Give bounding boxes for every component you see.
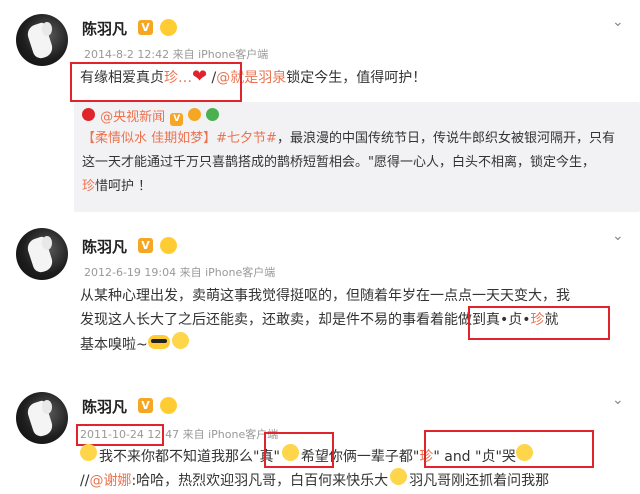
quote-text: ，最浪漫的中国传统节日，传说牛郎织女被银河隔开，只有 (276, 131, 615, 146)
verified-badge-icon: V (138, 398, 153, 413)
author-name[interactable]: 陈羽凡 (82, 18, 127, 39)
post-meta: 2014-8-2 12:42 来自 iPhone客户端 (84, 48, 269, 61)
post-text: :哈哈，热烈欢迎羽凡哥，白百何来快乐大 (131, 473, 389, 489)
post-line: //@谢娜:哈哈，热烈欢迎羽凡哥，白百何来快乐大 羽凡哥刚还抓着问我那 (80, 468, 549, 494)
chevron-down-icon[interactable]: ⌄ (612, 14, 624, 30)
author-name[interactable]: 陈羽凡 (82, 236, 127, 257)
grin-emoji-icon (171, 332, 189, 349)
chevron-down-icon[interactable]: ⌄ (612, 392, 624, 408)
verified-badge-icon: V (138, 238, 153, 253)
verified-badge-icon: V (170, 113, 184, 126)
highlight-box (424, 430, 594, 468)
topic-tag-link[interactable]: #七夕节# (216, 131, 277, 146)
verified-badge-icon: V (138, 20, 153, 35)
post-text: 发现这人长大了之后还能卖，还敢卖，却是件不易的事 (80, 312, 416, 328)
quote-line: 这一天才能通过千万只喜鹊搭成的鹊桥短暂相会。"愿得一心人，白头不相离，锁定今生， (82, 155, 595, 170)
post-meta: 2012-6-19 19:04 来自 iPhone客户端 (84, 266, 276, 279)
post-line: 基本嗅啦~ (80, 332, 189, 358)
chevron-down-icon[interactable]: ⌄ (612, 228, 624, 244)
sunglasses-emoji-icon (147, 335, 170, 349)
shield-icon (206, 108, 220, 121)
highlight-box (76, 424, 164, 446)
quote-link[interactable]: 珍 (82, 179, 95, 194)
quote-line: 珍惜呵护 ！ (82, 176, 151, 198)
quote-text: 惜呵护 ！ (95, 179, 152, 194)
author-name[interactable]: 陈羽凡 (82, 396, 127, 417)
post-meta-rest: 2:47 来自 iPhone客户端 (154, 428, 279, 441)
highlight-box (264, 432, 334, 468)
post-text: 我不来你都不知道我那么 (99, 449, 253, 465)
emoji-icon (390, 468, 408, 485)
post-text: 基本嗅啦~ (80, 337, 148, 353)
quote-title-link[interactable]: 【柔情似水 佳期如梦】 (82, 131, 216, 146)
laughing-emoji-icon (160, 237, 177, 254)
highlight-box (70, 62, 242, 102)
quote-line: 【柔情似水 佳期如梦】#七夕节#，最浪漫的中国传统节日，传说牛郎织女被银河隔开，… (82, 128, 615, 150)
avatar[interactable] (16, 228, 68, 280)
laughing-emoji-icon (160, 397, 177, 414)
avatar[interactable] (16, 14, 68, 66)
highlight-box (468, 306, 610, 340)
member-icon (188, 108, 202, 121)
avatar[interactable] (16, 392, 68, 444)
weibo-logo-icon (82, 108, 95, 121)
emoji-icon (80, 444, 97, 461)
post-text-rest: 锁定今生，值得呵护！ (286, 70, 427, 86)
laughing-emoji-icon (160, 19, 177, 36)
quoted-post[interactable]: @央视新闻 V 【柔情似水 佳期如梦】#七夕节#，最浪漫的中国传统节日，传说牛郎… (74, 102, 640, 212)
mention-link[interactable]: @谢娜 (89, 473, 131, 489)
post-text: 羽凡哥刚还抓着问我那 (409, 473, 550, 489)
quote-source[interactable]: @央视新闻 (100, 110, 165, 125)
